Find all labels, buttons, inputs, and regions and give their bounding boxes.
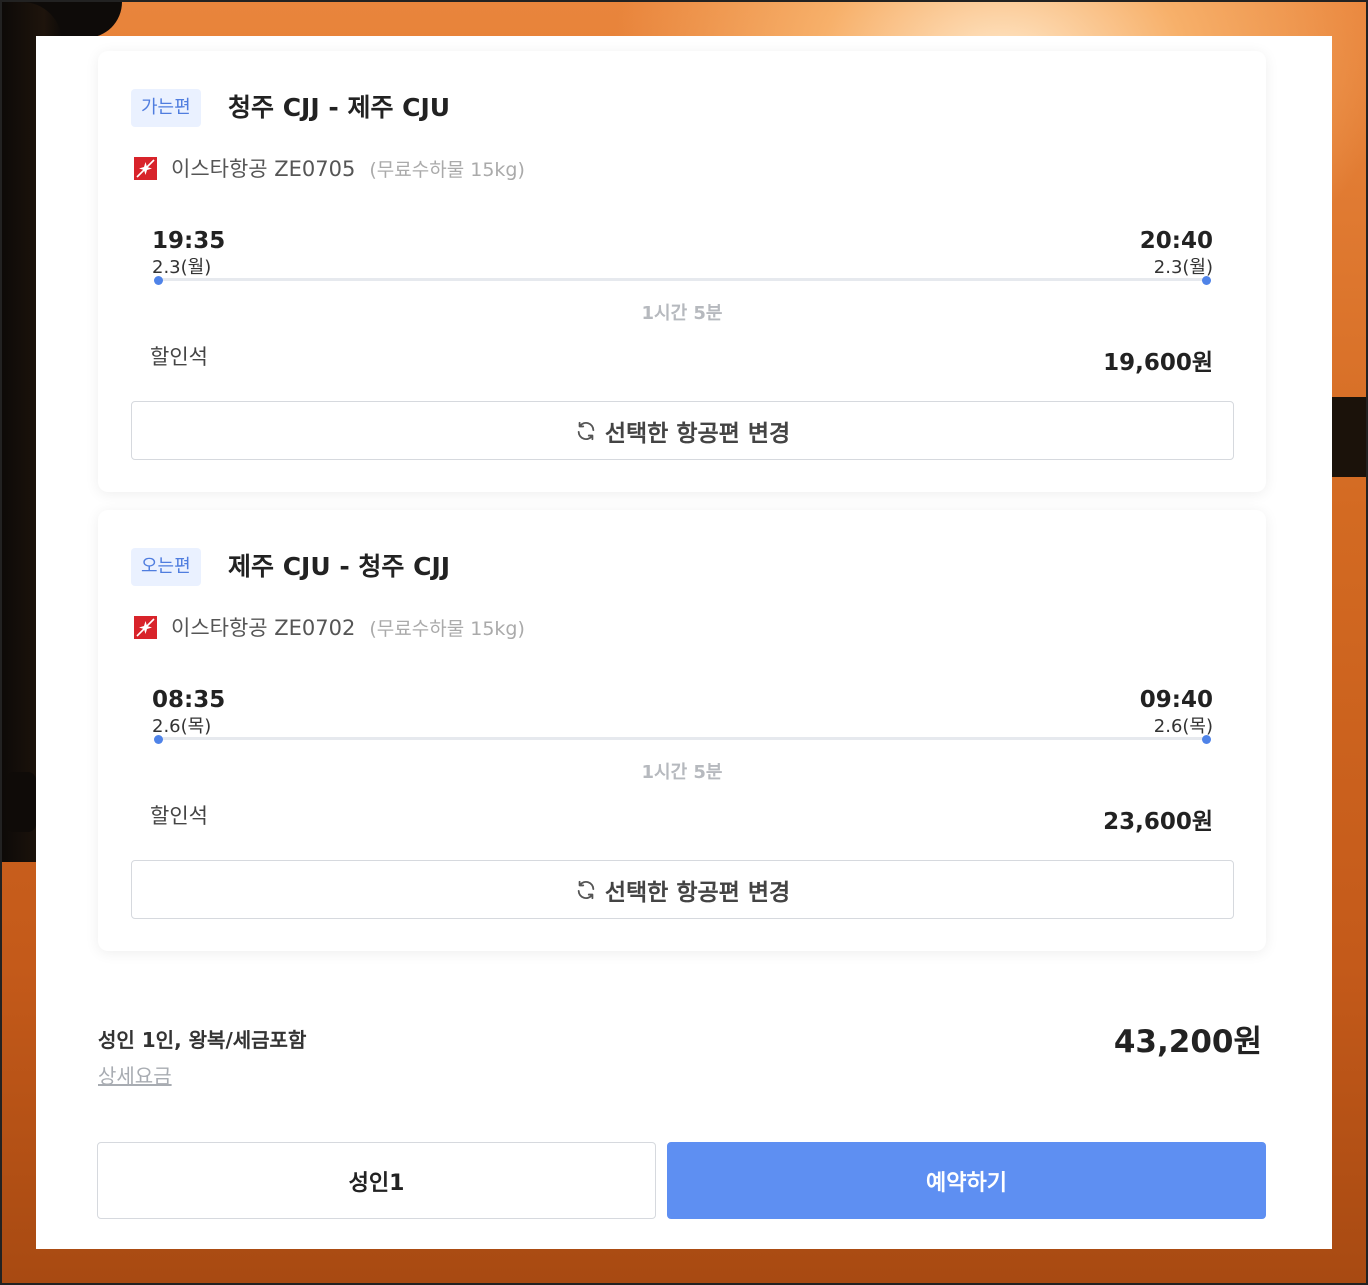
fare-amount: 23,600원 bbox=[1103, 809, 1213, 835]
arrival-time: 09:40 bbox=[1139, 687, 1213, 713]
baggage-allowance: (무료수하물 15kg) bbox=[369, 617, 525, 640]
airline-row: 이스타항공 ZE0702 (무료수하물 15kg) bbox=[134, 612, 525, 642]
change-flight-label: 선택한 항공편 변경 bbox=[604, 420, 791, 447]
leg-badge: 오는편 bbox=[131, 548, 201, 586]
arrival-dot bbox=[1202, 276, 1211, 285]
arrival-time: 20:40 bbox=[1139, 228, 1213, 254]
booking-panel: 가는편 청주 CJJ - 제주 CJU 이스타항공 ZE0705 (무료수하물 … bbox=[36, 36, 1332, 1249]
departure-dot bbox=[154, 276, 163, 285]
route-title: 청주 CJJ - 제주 CJU bbox=[228, 93, 451, 122]
eastar-jet-logo-icon bbox=[134, 615, 157, 639]
leg-badge: 가는편 bbox=[131, 89, 201, 127]
airline-flight-number: 이스타항공 ZE0702 bbox=[171, 616, 356, 640]
aircraft-silhouette-right bbox=[1326, 397, 1366, 477]
fare-amount: 19,600원 bbox=[1103, 350, 1213, 376]
book-button[interactable]: 예약하기 bbox=[667, 1142, 1266, 1219]
change-flight-label: 선택한 항공편 변경 bbox=[604, 879, 791, 906]
refresh-icon bbox=[575, 420, 597, 442]
change-flight-button[interactable]: 선택한 항공편 변경 bbox=[131, 860, 1234, 919]
flight-duration: 1시간 5분 bbox=[641, 303, 723, 324]
flight-timeline bbox=[158, 737, 1206, 740]
aircraft-wheel bbox=[6, 772, 36, 832]
airline-flight-number: 이스타항공 ZE0705 bbox=[171, 157, 356, 181]
seat-class: 할인석 bbox=[150, 804, 208, 828]
baggage-allowance: (무료수하물 15kg) bbox=[369, 158, 525, 181]
airline-row: 이스타항공 ZE0705 (무료수하물 15kg) bbox=[134, 153, 525, 183]
flight-duration: 1시간 5분 bbox=[641, 762, 723, 783]
change-flight-button[interactable]: 선택한 항공편 변경 bbox=[131, 401, 1234, 460]
fare-detail-link[interactable]: 상세요금 bbox=[98, 1060, 172, 1089]
route-title: 제주 CJU - 청주 CJJ bbox=[228, 552, 451, 581]
arrival-dot bbox=[1202, 735, 1211, 744]
refresh-icon bbox=[575, 879, 597, 901]
departure-time: 19:35 bbox=[152, 228, 226, 254]
total-fare: 43,200원 bbox=[1113, 1024, 1262, 1060]
return-flight-card: 오는편 제주 CJU - 청주 CJJ 이스타항공 ZE0702 (무료수하물 … bbox=[98, 510, 1266, 951]
departure-time: 08:35 bbox=[152, 687, 226, 713]
seat-class: 할인석 bbox=[150, 345, 208, 369]
eastar-jet-logo-icon bbox=[134, 156, 157, 180]
outbound-flight-card: 가는편 청주 CJJ - 제주 CJU 이스타항공 ZE0705 (무료수하물 … bbox=[98, 51, 1266, 492]
departure-dot bbox=[154, 735, 163, 744]
flight-timeline bbox=[158, 278, 1206, 281]
fare-summary-label: 성인 1인, 왕복/세금포함 bbox=[98, 1028, 307, 1052]
passenger-count-button[interactable]: 성인1 bbox=[97, 1142, 656, 1219]
